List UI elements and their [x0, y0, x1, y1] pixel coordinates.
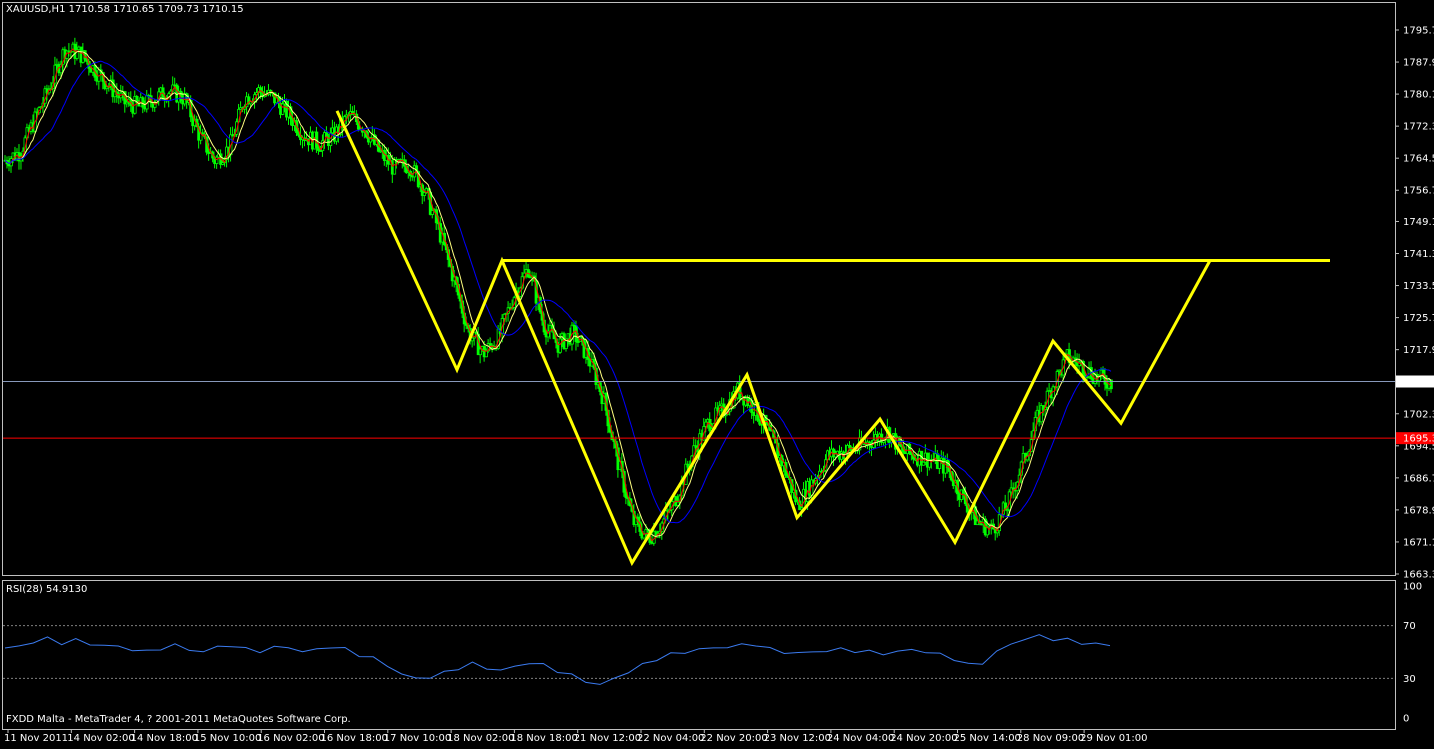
time-axis-label: 17 Nov 10:00	[384, 733, 451, 744]
price-axis-label: 1756.70	[1403, 186, 1434, 197]
chart-svg[interactable]: 1795.70 1787.90 1780.10 1772.30 1764.50 1756.…	[0, 0, 1434, 745]
rsi-axis-label: 100	[1403, 582, 1422, 593]
rsi-pane-frame	[2, 580, 1396, 730]
time-axis-label: 14 Nov 18:00	[131, 733, 198, 744]
time-axis-label: 23 Nov 12:00	[764, 733, 831, 744]
time-axis-label: 22 Nov 20:00	[700, 733, 767, 744]
ma-slow-line	[4, 60, 1112, 524]
time-axis-label: 24 Nov 04:00	[827, 733, 894, 744]
time-axis-label: 18 Nov 18:00	[510, 733, 577, 744]
footer-copyright: FXDD Malta - MetaTrader 4, ? 2001-2011 M…	[6, 714, 351, 725]
time-axis-label: 22 Nov 04:00	[637, 733, 704, 744]
metatrader-chart-window: 1795.70 1787.90 1780.10 1772.30 1764.50 1756.…	[0, 0, 1434, 745]
candle-body	[921, 461, 926, 466]
price-axis-label: 1671.10	[1403, 537, 1434, 548]
red-level-label: 1695.36	[1403, 434, 1434, 445]
time-axis-label: 29 Nov 01:00	[1080, 733, 1147, 744]
price-axis-label: 1717.90	[1403, 345, 1434, 356]
candle-body	[422, 192, 427, 196]
candle-body	[558, 338, 562, 353]
price-axis-label: 1678.90	[1403, 505, 1434, 516]
rsi-line	[4, 634, 1111, 685]
candle-body	[281, 103, 285, 115]
time-axis-label: 16 Nov 18:00	[321, 733, 388, 744]
time-axis-label: 15 Nov 10:00	[194, 733, 261, 744]
time-axis-label: 21 Nov 12:00	[574, 733, 641, 744]
time-axis-label: 16 Nov 02:00	[257, 733, 324, 744]
price-axis-label: 1795.70	[1403, 26, 1434, 37]
candle-body	[430, 210, 435, 215]
pattern-zigzag[interactable]	[335, 110, 1212, 567]
chart-header: XAUUSD,H1 1710.58 1710.65 1709.73 1710.1…	[6, 4, 244, 15]
price-pane-frame	[2, 2, 1396, 576]
candle-body	[215, 156, 219, 165]
price-axis-label: 1686.70	[1403, 473, 1434, 484]
price-axis-label: 1702.30	[1403, 409, 1434, 420]
price-axis-label: 1725.70	[1403, 313, 1434, 324]
time-axis: 11 Nov 2011 14 Nov 02:0014 Nov 18:0015 No…	[4, 729, 1148, 744]
price-axis: 1795.70 1787.90 1780.10 1772.30 1764.50 1756.…	[1395, 26, 1434, 581]
candle-body	[141, 97, 145, 108]
rsi-axis-label: 70	[1403, 621, 1416, 632]
rsi-title: RSI(28) 54.9130	[6, 584, 88, 595]
rsi-pane[interactable]	[3, 625, 1395, 685]
price-pane[interactable]	[3, 37, 1395, 567]
price-axis-label: 1772.30	[1403, 122, 1434, 133]
candle-body	[961, 489, 966, 495]
time-axis-label: 25 Nov 14:00	[954, 733, 1021, 744]
candle-body	[325, 132, 329, 138]
price-axis-label: 1787.90	[1403, 58, 1434, 69]
candle-body	[478, 348, 482, 356]
price-axis-label: 1764.50	[1403, 154, 1434, 165]
time-axis-label: 18 Nov 02:00	[447, 733, 514, 744]
time-axis-label: 11 Nov 2011	[4, 733, 68, 744]
time-axis-label: 28 Nov 09:00	[1017, 733, 1084, 744]
price-axis-label: 1710.15	[1403, 377, 1434, 388]
rsi-axis-label: 0	[1403, 714, 1409, 725]
price-axis-label: 1749.10	[1403, 217, 1434, 228]
price-axis-label: 1663.30	[1403, 570, 1434, 581]
time-axis-label: 24 Nov 20:00	[890, 733, 957, 744]
rsi-axis: 100 70 30 0	[1403, 582, 1422, 725]
time-axis-label: 14 Nov 02:00	[67, 733, 134, 744]
candle-body	[907, 443, 912, 454]
rsi-axis-label: 30	[1403, 674, 1416, 685]
price-axis-label: 1733.50	[1403, 281, 1434, 292]
price-axis-label: 1780.10	[1403, 90, 1434, 101]
price-axis-label: 1741.30	[1403, 249, 1434, 260]
